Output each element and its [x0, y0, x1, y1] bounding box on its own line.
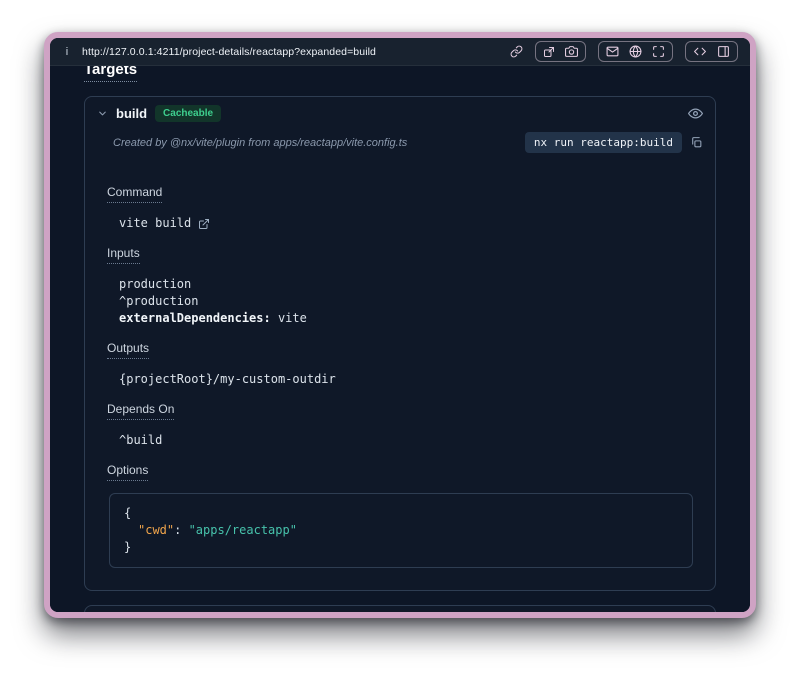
titlebar-group-dev	[685, 41, 738, 62]
input-item: production	[119, 276, 699, 293]
chevron-down-icon	[97, 108, 108, 119]
output-item: {projectRoot}/my-custom-outdir	[119, 371, 699, 388]
info-icon[interactable]: i	[62, 46, 72, 58]
json-cwd-line: "cwd": "apps/reactapp"	[124, 522, 678, 539]
address-url[interactable]: http://127.0.0.1:4211/project-details/re…	[82, 46, 376, 58]
titlebar-group-capture	[535, 41, 586, 62]
build-card-subheader: Created by @nx/vite/plugin from apps/rea…	[85, 130, 715, 165]
fullscreen-icon[interactable]	[652, 45, 665, 58]
command-value: vite build	[119, 215, 191, 232]
options-section-label: Options	[107, 463, 148, 481]
page-title: Targets	[84, 66, 716, 82]
serve-target-card: serve vite serve	[84, 605, 716, 612]
titlebar: i http://127.0.0.1:4211/project-details/…	[50, 38, 750, 66]
external-link-icon[interactable]	[198, 218, 210, 230]
options-code-block: { "cwd": "apps/reactapp" }	[109, 493, 693, 568]
eye-icon[interactable]	[688, 106, 703, 121]
inputs-section-label: Inputs	[107, 246, 140, 264]
run-command-chip: nx run reactapp:build	[525, 132, 682, 153]
mail-icon[interactable]	[606, 45, 619, 58]
page-content: Targets build Cacheable Created by @nx/v…	[50, 66, 750, 612]
target-name: build	[116, 106, 147, 121]
external-deps-key: externalDependencies:	[119, 311, 271, 325]
json-string-value: "apps/reactapp"	[189, 523, 297, 537]
sidebar-icon[interactable]	[717, 45, 730, 58]
command-section-label: Command	[107, 185, 162, 203]
cacheable-badge: Cacheable	[155, 105, 221, 122]
build-card-header[interactable]: build Cacheable	[85, 97, 715, 130]
created-by-text: Created by @nx/vite/plugin from apps/rea…	[113, 137, 517, 149]
browser-window: i http://127.0.0.1:4211/project-details/…	[44, 32, 756, 618]
camera-icon[interactable]	[565, 45, 578, 58]
titlebar-group-view	[598, 41, 673, 62]
input-item: ^production	[119, 293, 699, 310]
json-open-brace: {	[124, 505, 678, 522]
json-close-brace: }	[124, 539, 678, 556]
depends-on-section-label: Depends On	[107, 402, 174, 420]
link-icon[interactable]	[510, 45, 523, 58]
serve-card-header[interactable]: serve vite serve	[85, 606, 715, 612]
build-card-body: Command vite build Inputs production ^pr…	[85, 165, 715, 590]
copy-icon[interactable]	[690, 136, 703, 149]
code-icon[interactable]	[693, 45, 707, 58]
globe-icon[interactable]	[629, 45, 642, 58]
json-colon: :	[174, 523, 188, 537]
json-key: "cwd"	[138, 523, 174, 537]
input-item-external-deps: externalDependencies: vite	[119, 310, 699, 327]
export-icon[interactable]	[543, 46, 555, 58]
titlebar-toolbar	[510, 41, 738, 62]
external-deps-value: vite	[271, 311, 307, 325]
depends-on-item: ^build	[119, 432, 699, 449]
build-target-card: build Cacheable Created by @nx/vite/plug…	[84, 96, 716, 591]
outputs-section-label: Outputs	[107, 341, 149, 359]
